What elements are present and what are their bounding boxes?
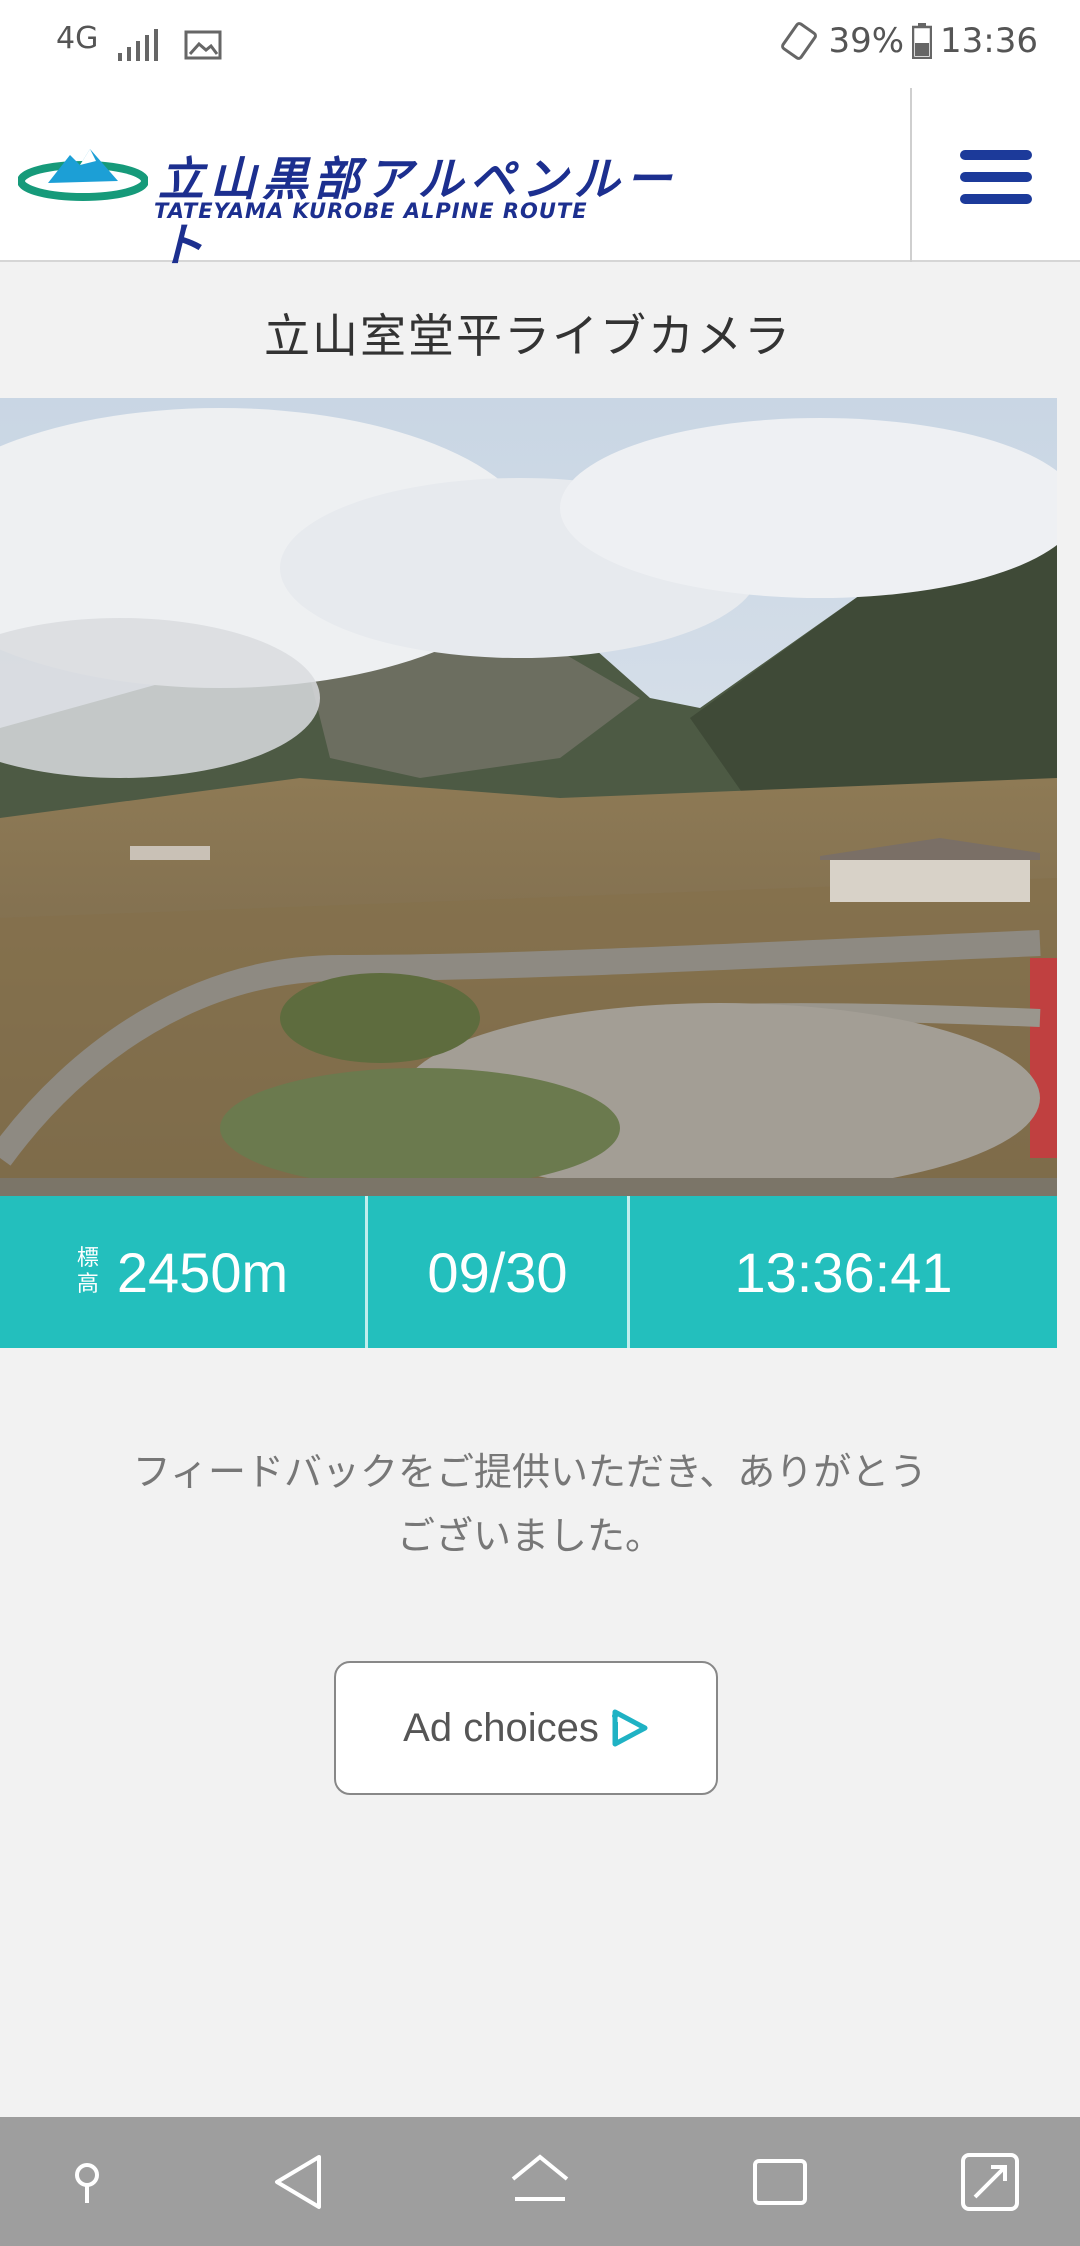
network-type-label: 4G (56, 21, 99, 56)
pin-icon[interactable] (52, 2147, 122, 2217)
network-type-indicator: 4G (56, 22, 98, 68)
capture-time: 13:36:41 (734, 1240, 953, 1304)
camera-info-bar: 標 高 2450m 09/30 13:36:41 (0, 1196, 1057, 1348)
page-title: 立山室堂平ライブカメラ (264, 309, 792, 363)
live-camera-image[interactable] (0, 398, 1057, 1196)
date-cell: 09/30 (368, 1196, 630, 1348)
feedback-line-2: ございました。 (396, 1514, 663, 1558)
ad-choices-label: Ad choices (403, 1705, 599, 1750)
altitude-label-char-2: 高 (76, 1272, 99, 1297)
mountain-logo-icon (18, 149, 148, 201)
logo-text-en: TATEYAMA KUROBE ALPINE ROUTE (154, 199, 588, 223)
feedback-line-1: フィードバックをご提供いただき、ありがとう (132, 1450, 928, 1494)
status-right: 39% 13:36 (778, 20, 1038, 62)
site-header: 立山黒部アルペンルート TATEYAMA KUROBE ALPINE ROUTE (0, 88, 1080, 272)
adchoices-icon (611, 1709, 648, 1747)
feedback-message: フィードバックをご提供いただき、ありがとう ございました。 (60, 1440, 1000, 1568)
ad-choices-button[interactable]: Ad choices (334, 1661, 718, 1795)
recent-apps-icon[interactable] (745, 2147, 815, 2217)
back-icon[interactable] (265, 2147, 335, 2217)
altitude-value: 2450m (116, 1240, 289, 1304)
image-notification-icon (184, 30, 222, 60)
home-icon[interactable] (505, 2147, 575, 2217)
battery-icon (912, 23, 933, 59)
hamburger-menu-icon[interactable] (960, 150, 1032, 204)
expand-screen-icon[interactable] (955, 2147, 1025, 2217)
altitude-label: 標 高 (77, 1246, 99, 1298)
site-logo[interactable]: 立山黒部アルペンルート TATEYAMA KUROBE ALPINE ROUTE (18, 143, 698, 272)
altitude-cell: 標 高 2450m (0, 1196, 368, 1348)
status-bar: 4G 39% 13:36 (0, 0, 1080, 88)
signal-icon (118, 29, 158, 61)
battery-percent: 39% (828, 21, 905, 61)
altitude-label-char-1: 標 (76, 1246, 99, 1271)
clock: 13:36 (940, 21, 1038, 61)
header-divider (910, 88, 912, 262)
status-left: 4G (56, 22, 222, 68)
capture-date: 09/30 (427, 1240, 568, 1304)
time-cell: 13:36:41 (630, 1196, 1057, 1348)
rotate-icon (781, 22, 818, 60)
system-nav-bar (0, 2117, 1080, 2246)
